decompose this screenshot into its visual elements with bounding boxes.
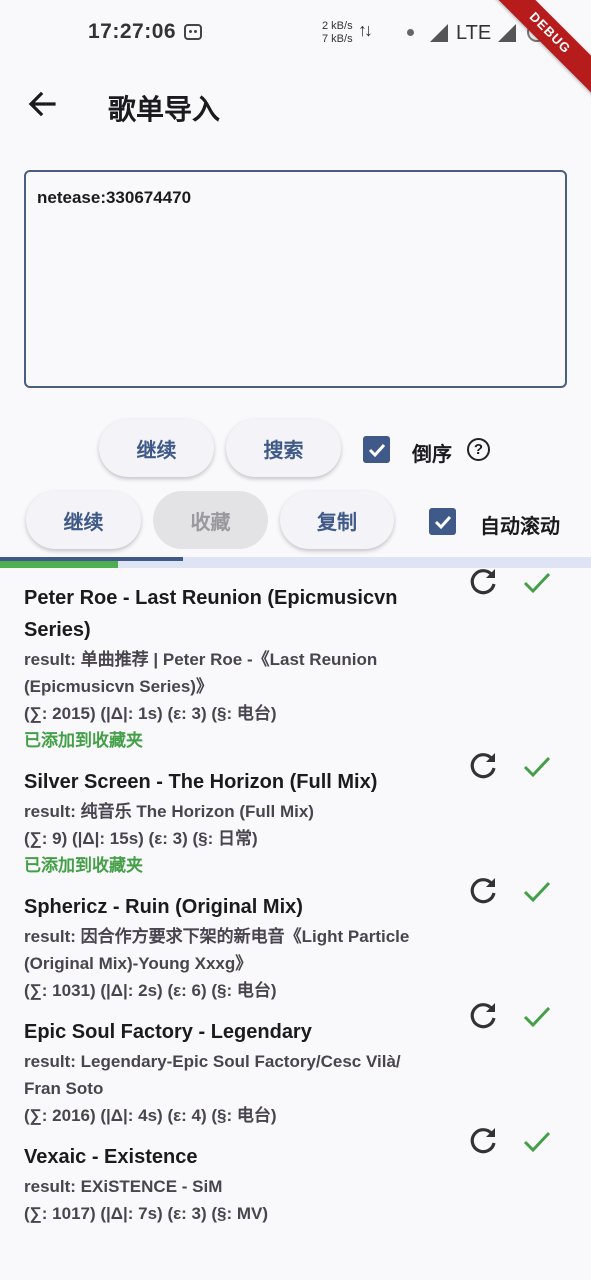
- autoscroll-label: 自动滚动: [480, 516, 560, 538]
- added-to-favorites-status: 已添加到收藏夹: [24, 856, 143, 875]
- song-result: result: Legendary-Epic Soul Factory/Cesc…: [24, 1052, 401, 1098]
- song-result: result: 因合作方要求下架的新电音《Light Particle (Ori…: [24, 927, 410, 973]
- success-check-icon: [523, 1131, 551, 1153]
- success-check-icon: [523, 756, 551, 778]
- playlist-input[interactable]: [24, 170, 567, 388]
- song-item: Vexaic - Existence result: EXiSTENCE - Si…: [0, 1128, 591, 1227]
- song-item: Sphericz - Ruin (Original Mix) result: 因合…: [0, 878, 591, 1004]
- network-speed: 2 kB/s 7 kB/s: [322, 20, 353, 46]
- song-stats: (∑: 1031) (|Δ|: 2s) (ε: 6) (§: 电台): [24, 981, 277, 1000]
- check-icon: [368, 443, 385, 457]
- help-icon[interactable]: ?: [467, 438, 490, 461]
- song-item: Epic Soul Factory - Legendary result: Leg…: [0, 1003, 591, 1129]
- song-item: Silver Screen - The Horizon (Full Mix) re…: [0, 753, 591, 879]
- song-title: Epic Soul Factory - Legendary: [24, 1021, 312, 1043]
- network-type: LTE: [456, 22, 492, 44]
- data-transfer-icon: ↑↓: [358, 20, 373, 40]
- status-time: 17:27:06: [88, 20, 177, 43]
- back-button[interactable]: [22, 84, 62, 124]
- check-icon: [434, 515, 451, 529]
- song-stats: (∑: 9) (|Δ|: 15s) (ε: 3) (§: 日常): [24, 829, 258, 848]
- song-list: Peter Roe - Last Reunion (Epicmusicvn Se…: [0, 569, 591, 1227]
- signal-strength-icon: [498, 24, 516, 42]
- signal-icon: [430, 24, 448, 42]
- copy-button[interactable]: 复制: [280, 491, 394, 549]
- refresh-icon[interactable]: [466, 999, 500, 1033]
- song-title: Vexaic - Existence: [24, 1146, 198, 1168]
- success-check-icon: [523, 881, 551, 903]
- progress-fill-secondary: [0, 561, 119, 568]
- status-bar: 17:27:06 2 kB/s 7 kB/s ↑↓ LTE: [0, 0, 591, 66]
- song-item: Peter Roe - Last Reunion (Epicmusicvn Se…: [0, 569, 591, 754]
- song-result: result: 纯音乐 The Horizon (Full Mix): [24, 802, 314, 821]
- success-check-icon: [523, 572, 551, 594]
- song-title: Sphericz - Ruin (Original Mix): [24, 896, 303, 918]
- song-stats: (∑: 2015) (|Δ|: 1s) (ε: 3) (§: 电台): [24, 704, 277, 723]
- upload-speed: 2 kB/s: [322, 20, 353, 32]
- import-progress-bar: [0, 557, 591, 568]
- autoscroll-checkbox[interactable]: [429, 508, 456, 535]
- continue-button[interactable]: 继续: [99, 419, 214, 477]
- song-title: Silver Screen - The Horizon (Full Mix): [24, 771, 378, 793]
- refresh-icon[interactable]: [466, 1124, 500, 1158]
- android-debug-icon: [184, 24, 202, 40]
- song-title: Peter Roe - Last Reunion (Epicmusicvn Se…: [24, 587, 398, 641]
- refresh-icon[interactable]: [466, 565, 500, 599]
- notification-dot-icon: [407, 29, 414, 36]
- reverse-label: 倒序: [412, 444, 452, 466]
- download-speed: 7 kB/s: [322, 33, 353, 45]
- refresh-icon[interactable]: [466, 749, 500, 783]
- song-result: result: EXiSTENCE - SiM: [24, 1177, 223, 1196]
- reverse-checkbox[interactable]: [363, 436, 390, 463]
- song-stats: (∑: 2016) (|Δ|: 4s) (ε: 4) (§: 电台): [24, 1106, 277, 1125]
- continue-import-button[interactable]: 继续: [26, 491, 141, 549]
- refresh-icon[interactable]: [466, 874, 500, 908]
- favorite-button[interactable]: 收藏: [153, 491, 268, 549]
- success-check-icon: [523, 1006, 551, 1028]
- added-to-favorites-status: 已添加到收藏夹: [24, 731, 143, 750]
- search-button[interactable]: 搜索: [226, 419, 341, 477]
- page-title: 歌单导入: [108, 94, 221, 125]
- song-result: result: 单曲推荐 | Peter Roe -《Last Reunion …: [24, 650, 378, 696]
- arrow-back-icon: [28, 91, 56, 117]
- song-stats: (∑: 1017) (|Δ|: 7s) (ε: 3) (§: MV): [24, 1204, 269, 1223]
